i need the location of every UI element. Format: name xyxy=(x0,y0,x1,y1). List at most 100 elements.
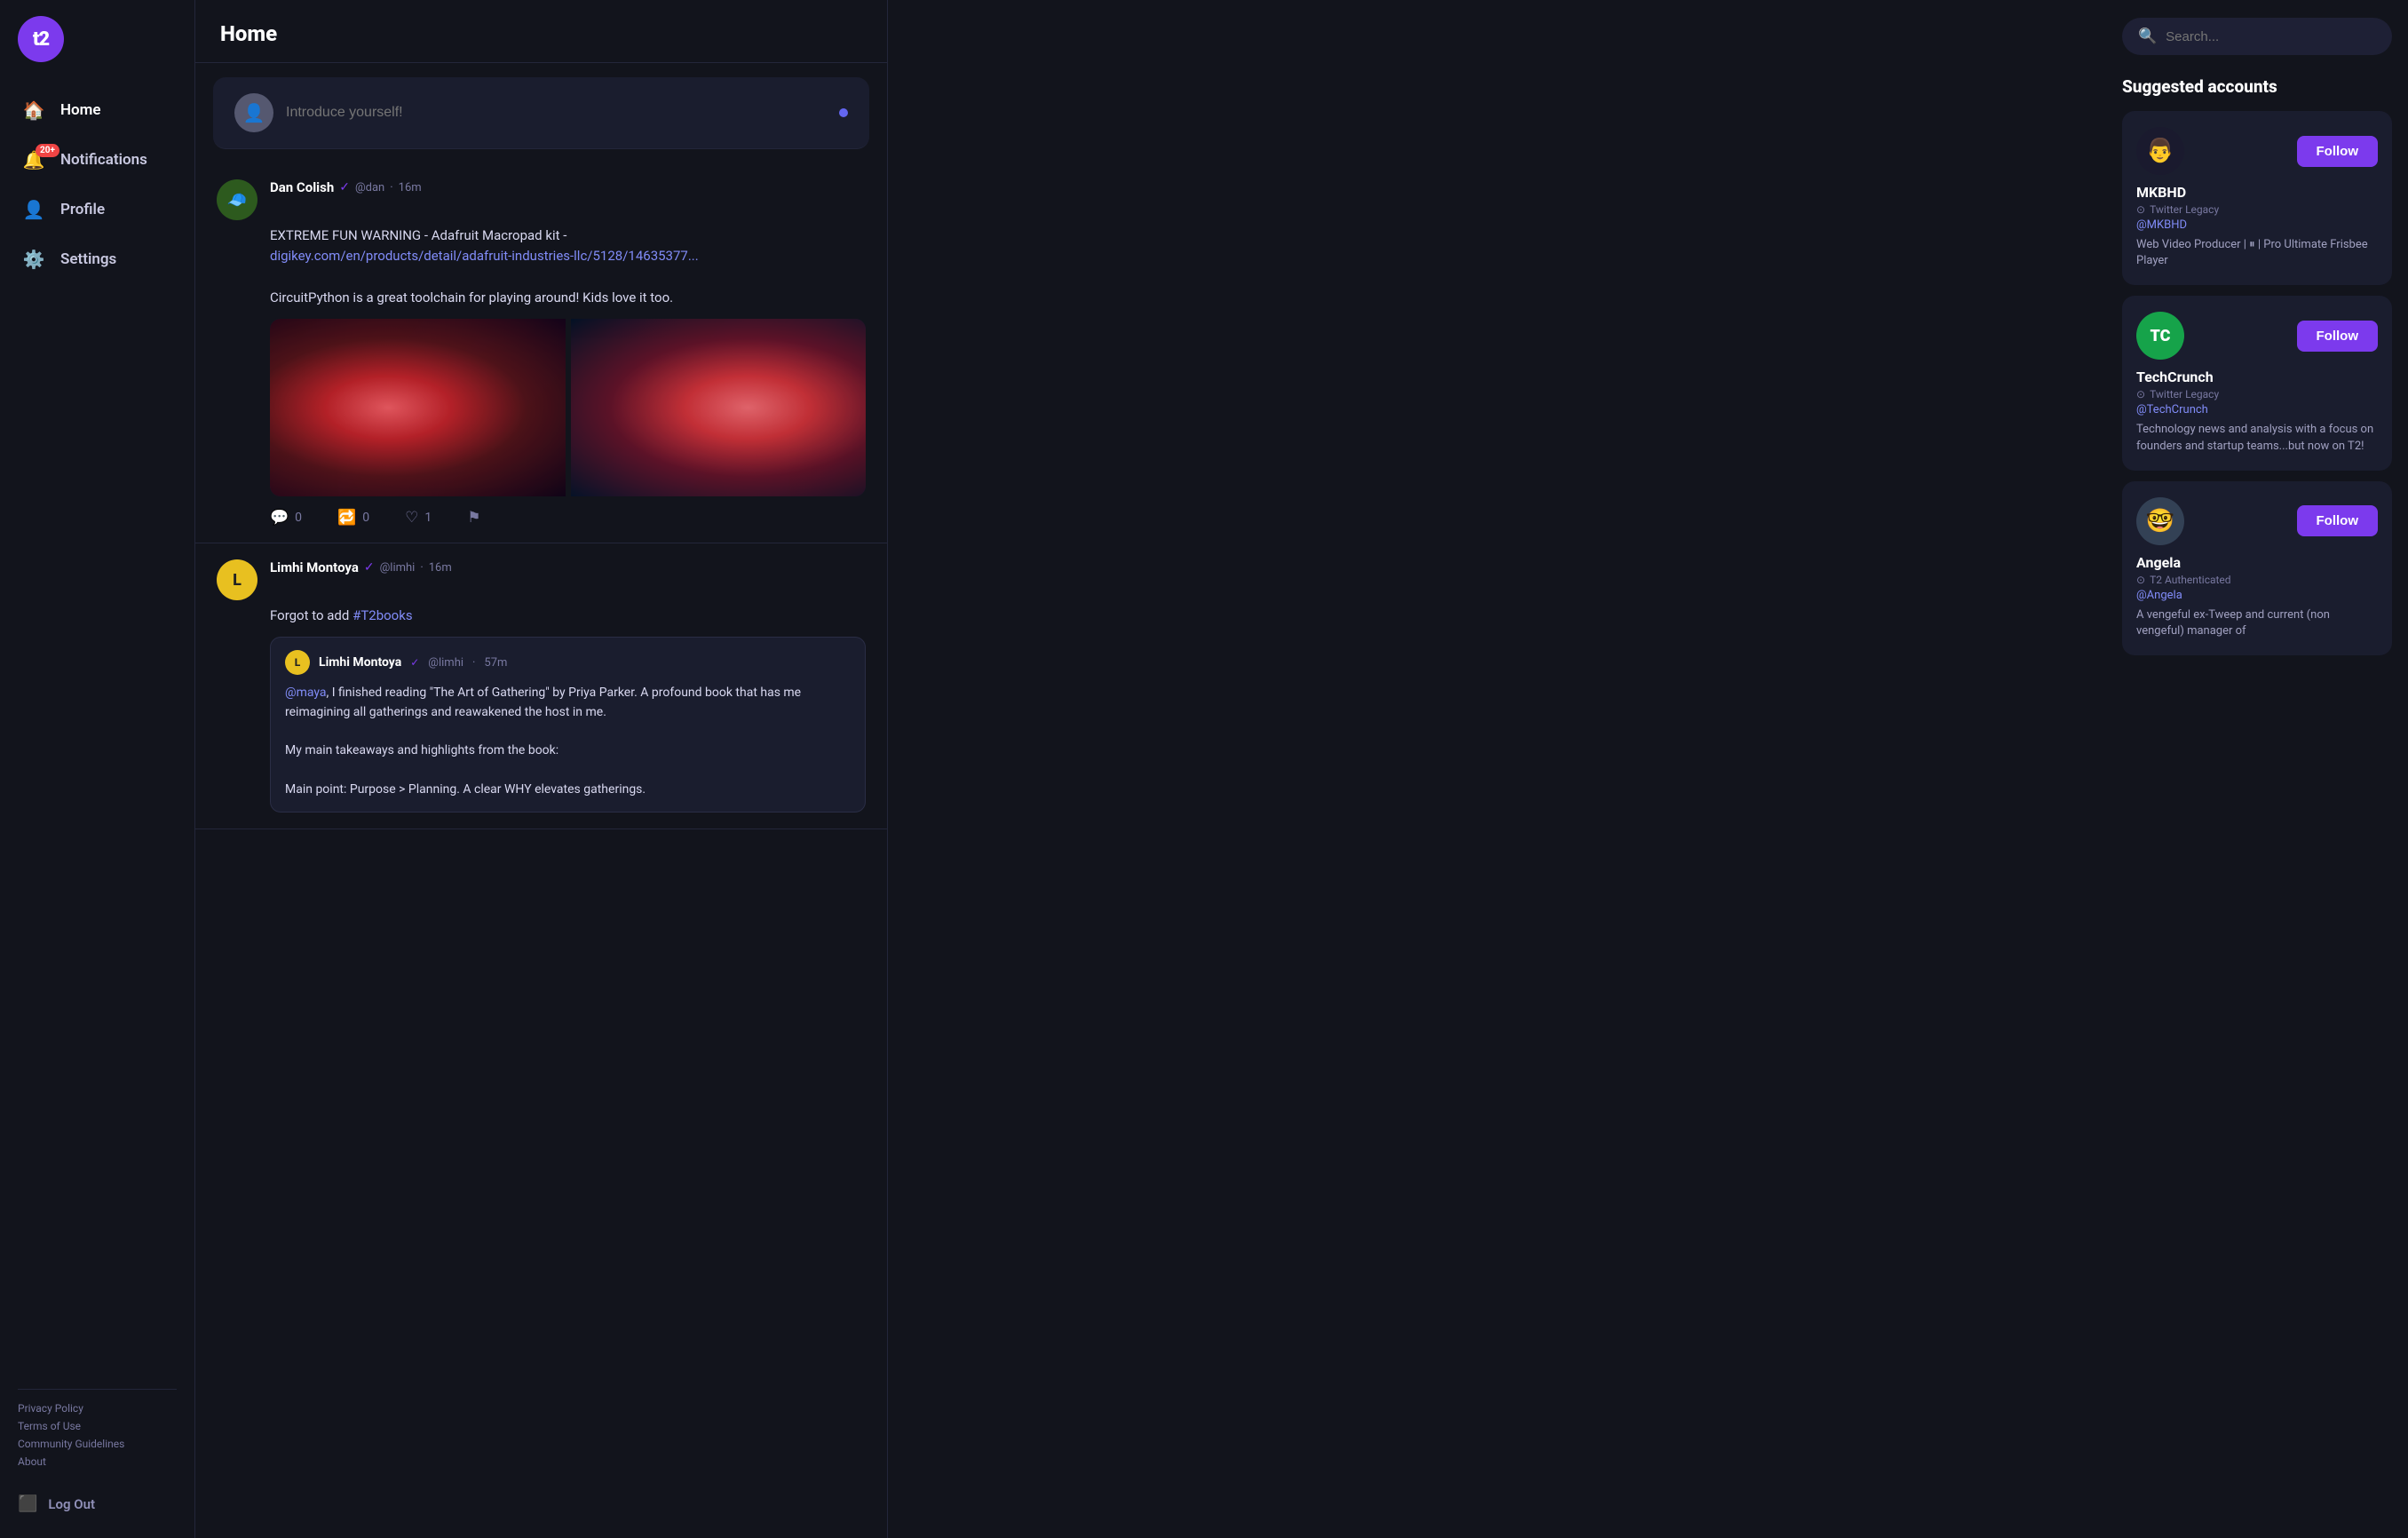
terms-of-use-link[interactable]: Terms of Use xyxy=(18,1420,177,1432)
search-icon: 🔍 xyxy=(2138,28,2157,45)
suggestion-techcrunch-badge: ⊙ Twitter Legacy xyxy=(2136,388,2378,400)
suggestion-mkbhd: 👨 Follow MKBHD ⊙ Twitter Legacy @MKBHD W… xyxy=(2122,111,2392,285)
compose-box: 👤 xyxy=(213,77,869,149)
compose-input[interactable] xyxy=(286,105,827,121)
profile-icon: 👤 xyxy=(21,197,46,222)
suggestion-mkbhd-handle[interactable]: @MKBHD xyxy=(2136,218,2378,232)
follow-mkbhd-button[interactable]: Follow xyxy=(2297,136,2379,167)
post-1-author-row: Dan Colish ✓ @dan · 16m xyxy=(270,179,422,195)
logout-button[interactable]: ⬛ Log Out xyxy=(18,1486,177,1522)
flag-icon: ⚑ xyxy=(467,509,480,527)
suggestion-mkbhd-name: MKBHD xyxy=(2136,184,2378,201)
page-title: Home xyxy=(195,0,887,63)
post-2-author-name: Limhi Montoya xyxy=(270,559,359,575)
suggestion-techcrunch-badge-text: Twitter Legacy xyxy=(2150,388,2219,400)
quoted-post-header: L Limhi Montoya ✓ @limhi · 57m xyxy=(285,650,851,675)
post-1: 🧢 Dan Colish ✓ @dan · 16m EXTREME FUN WA… xyxy=(195,163,887,543)
suggestion-techcrunch: TC Follow TechCrunch ⊙ Twitter Legacy @T… xyxy=(2122,296,2392,470)
sidebar-item-notifications-label: Notifications xyxy=(60,151,147,169)
quoted-handle: @limhi xyxy=(428,656,463,670)
post-2-hashtag[interactable]: #T2books xyxy=(352,607,413,623)
post-2-meta: Limhi Montoya ✓ @limhi · 16m xyxy=(270,559,452,575)
app-logo[interactable]: t2 xyxy=(18,16,64,62)
sidebar-item-profile[interactable]: 👤 Profile xyxy=(9,186,186,233)
badge-icon-tc: ⊙ xyxy=(2136,388,2145,400)
logout-icon: ⬛ xyxy=(18,1494,37,1513)
suggestion-angela-name: Angela xyxy=(2136,554,2378,571)
sidebar-divider xyxy=(18,1389,177,1390)
suggestion-angela-avatar: 🤓 xyxy=(2136,497,2184,545)
comment-icon: 💬 xyxy=(270,509,289,527)
suggestion-techcrunch-handle[interactable]: @TechCrunch xyxy=(2136,403,2378,416)
post-1-image-right xyxy=(571,319,867,496)
post-1-avatar: 🧢 xyxy=(217,179,257,220)
suggestion-angela-handle[interactable]: @Angela xyxy=(2136,589,2378,602)
post-1-comment-action[interactable]: 💬 0 xyxy=(270,509,302,527)
community-guidelines-link[interactable]: Community Guidelines xyxy=(18,1438,177,1450)
post-2-body: Forgot to add #T2books L Limhi Montoya ✓… xyxy=(270,606,866,813)
settings-icon: ⚙️ xyxy=(21,247,46,272)
quoted-mention[interactable]: @maya xyxy=(285,686,327,700)
suggestion-angela-top: 🤓 Follow xyxy=(2136,497,2378,545)
post-1-repost-action[interactable]: 🔁 0 xyxy=(337,509,369,527)
quoted-avatar: L xyxy=(285,650,310,675)
post-1-link[interactable]: digikey.com/en/products/detail/adafruit-… xyxy=(270,248,699,264)
suggestion-angela: 🤓 Follow Angela ⊙ T2 Authenticated @Ange… xyxy=(2122,481,2392,655)
sidebar-item-home[interactable]: 🏠 Home xyxy=(9,87,186,133)
compose-indicator xyxy=(839,108,848,117)
quoted-verified-icon: ✓ xyxy=(410,656,419,669)
post-1-author-name: Dan Colish xyxy=(270,179,334,195)
follow-techcrunch-button[interactable]: Follow xyxy=(2297,321,2379,352)
search-bar: 🔍 xyxy=(2122,18,2392,55)
right-panel: 🔍 Suggested accounts 👨 Follow MKBHD ⊙ Tw… xyxy=(2106,0,2408,1538)
post-2-verified-icon: ✓ xyxy=(364,560,375,575)
suggestion-mkbhd-top: 👨 Follow xyxy=(2136,127,2378,175)
suggestion-mkbhd-bio: Web Video Producer | ⏸ | Pro Ultimate Fr… xyxy=(2136,237,2378,269)
post-1-like-count: 1 xyxy=(424,511,432,525)
sidebar-nav: 🏠 Home 🔔 20+ Notifications 👤 Profile ⚙️ … xyxy=(0,87,194,1376)
quoted-text: @maya, I finished reading "The Art of Ga… xyxy=(285,684,851,799)
about-link[interactable]: About xyxy=(18,1455,177,1468)
post-2-handle: @limhi xyxy=(380,561,416,575)
post-1-time: 16m xyxy=(399,181,422,194)
suggestion-angela-bio: A vengeful ex-Tweep and current (non ven… xyxy=(2136,607,2378,639)
badge-icon-angela: ⊙ xyxy=(2136,574,2145,586)
post-1-body: EXTREME FUN WARNING - Adafruit Macropad … xyxy=(270,226,866,527)
logout-label: Log Out xyxy=(48,1496,95,1512)
sidebar-item-profile-label: Profile xyxy=(60,201,105,218)
post-1-meta: Dan Colish ✓ @dan · 16m xyxy=(270,179,422,195)
suggestion-techcrunch-name: TechCrunch xyxy=(2136,369,2378,385)
compose-avatar: 👤 xyxy=(234,93,273,132)
sidebar-item-settings-label: Settings xyxy=(60,250,116,268)
badge-icon-mkbhd: ⊙ xyxy=(2136,203,2145,216)
search-input[interactable] xyxy=(2166,29,2376,44)
quoted-post: L Limhi Montoya ✓ @limhi · 57m @maya, I … xyxy=(270,637,866,813)
follow-angela-button[interactable]: Follow xyxy=(2297,505,2379,536)
sidebar-item-home-label: Home xyxy=(60,101,101,119)
post-1-verified-icon: ✓ xyxy=(339,180,350,194)
post-2-header: L Limhi Montoya ✓ @limhi · 16m xyxy=(217,559,866,600)
post-1-repost-count: 0 xyxy=(362,511,369,525)
suggestion-mkbhd-badge-text: Twitter Legacy xyxy=(2150,203,2219,216)
sidebar-item-notifications[interactable]: 🔔 20+ Notifications xyxy=(9,137,186,183)
quoted-author-name: Limhi Montoya xyxy=(319,655,401,670)
sidebar: t2 🏠 Home 🔔 20+ Notifications 👤 Profile … xyxy=(0,0,195,1538)
post-2-time: 16m xyxy=(429,561,452,575)
post-1-flag-action[interactable]: ⚑ xyxy=(467,509,480,527)
post-1-image-left xyxy=(270,319,566,496)
suggested-accounts-title: Suggested accounts xyxy=(2122,76,2392,97)
post-1-like-action[interactable]: ♡ 1 xyxy=(405,509,432,527)
suggestion-techcrunch-avatar: TC xyxy=(2136,312,2184,360)
notifications-badge: 20+ xyxy=(36,144,59,157)
post-1-images xyxy=(270,319,866,496)
sidebar-item-settings[interactable]: ⚙️ Settings xyxy=(9,236,186,282)
home-icon: 🏠 xyxy=(21,98,46,123)
suggestion-techcrunch-top: TC Follow xyxy=(2136,312,2378,360)
post-1-actions: 💬 0 🔁 0 ♡ 1 ⚑ xyxy=(270,509,866,527)
post-1-text: EXTREME FUN WARNING - Adafruit Macropad … xyxy=(270,226,866,308)
post-2-text: Forgot to add #T2books xyxy=(270,606,866,626)
post-1-comment-count: 0 xyxy=(295,511,302,525)
privacy-policy-link[interactable]: Privacy Policy xyxy=(18,1402,177,1415)
post-2-dot: · xyxy=(420,561,423,575)
suggestion-mkbhd-badge: ⊙ Twitter Legacy xyxy=(2136,203,2378,216)
